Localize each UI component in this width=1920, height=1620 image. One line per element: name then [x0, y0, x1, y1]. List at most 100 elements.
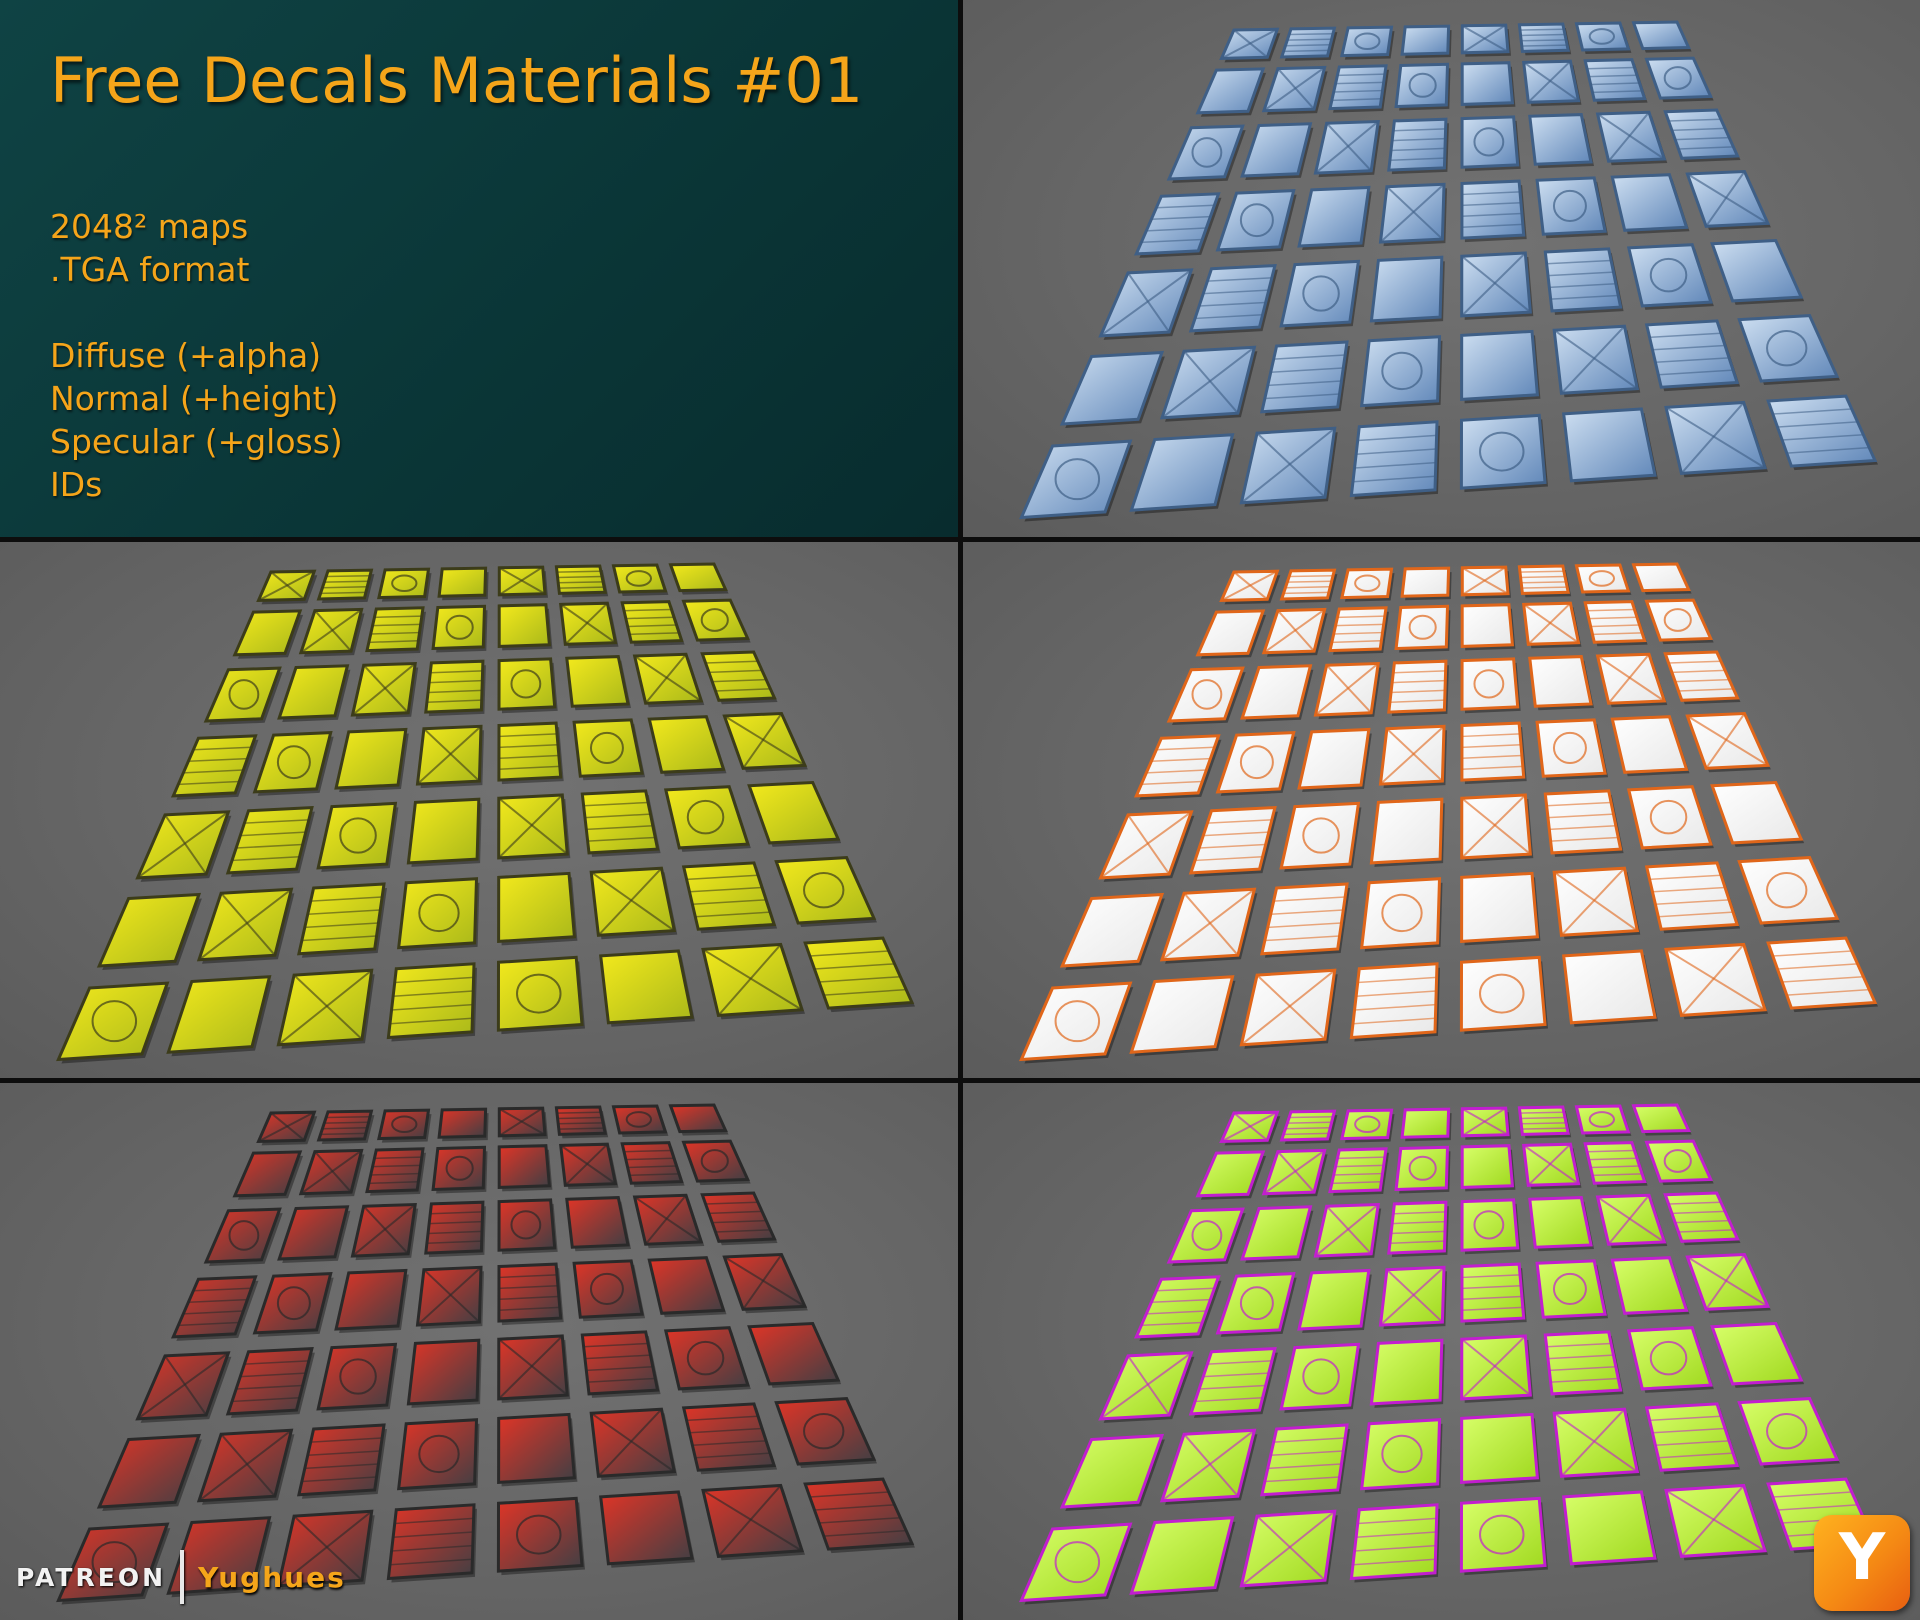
decal-tile	[297, 882, 386, 956]
decal-tile	[1260, 1423, 1349, 1497]
spec-specular: Specular (+gloss)	[50, 422, 343, 461]
decal-tile	[1610, 715, 1689, 774]
decal-tile	[1562, 949, 1657, 1025]
decal-tile	[377, 1108, 431, 1141]
decal-stripe	[1283, 1132, 1329, 1136]
decal-stripe	[1520, 1116, 1565, 1120]
decal-tile	[1528, 655, 1593, 708]
decal-tile	[1279, 568, 1337, 601]
decal-tile	[1737, 1397, 1840, 1466]
decal-tile	[316, 568, 374, 601]
decal-tile	[1019, 1522, 1133, 1603]
decal-tile	[1663, 1191, 1740, 1243]
decal-tile	[56, 981, 170, 1062]
decal-grid-blue-metal	[1019, 20, 1878, 522]
decal-tile	[424, 1200, 485, 1255]
decal-tile	[774, 856, 877, 925]
decal-tile	[1328, 64, 1388, 111]
decal-tile	[316, 1109, 374, 1142]
decal-tile	[225, 1346, 314, 1416]
decal-tile	[1710, 780, 1804, 845]
author-name: Yughues	[198, 1560, 346, 1594]
decal-tile	[1631, 562, 1691, 593]
decal-tile	[497, 1198, 557, 1252]
decal-tile	[620, 1141, 684, 1185]
decal-stripe	[558, 1127, 605, 1130]
brand-divider	[180, 1550, 184, 1604]
decal-tile	[1528, 1196, 1593, 1249]
decal-tile	[1535, 1259, 1607, 1319]
decal-tile	[1279, 1342, 1361, 1411]
decal-tile	[203, 1207, 282, 1264]
decal-tile	[377, 567, 431, 600]
decal-tile	[316, 1342, 398, 1411]
decal-stripe	[1520, 570, 1564, 573]
decal-tile	[1460, 115, 1520, 169]
decal-tile	[1059, 892, 1165, 968]
decal-tile	[647, 1256, 726, 1315]
decal-tile	[1460, 1198, 1520, 1252]
decal-tile	[774, 1397, 877, 1466]
decal-tile	[1340, 567, 1394, 600]
decal-tile	[277, 664, 350, 720]
decal-tile	[803, 936, 915, 1010]
decal-stripe	[326, 1115, 371, 1119]
patreon-branding: PATREON Yughues	[16, 1550, 346, 1604]
decal-tile	[1279, 1109, 1337, 1142]
decal-tile	[1517, 22, 1571, 53]
decal-tile	[700, 650, 777, 702]
decal-tile	[1460, 1262, 1526, 1323]
decal-tile	[497, 871, 577, 943]
decal-tile	[1215, 1272, 1296, 1335]
decal-stripe	[1287, 580, 1332, 583]
spec-normal: Normal (+height)	[50, 379, 339, 418]
decal-tile	[1340, 25, 1394, 58]
decal-grid-red-dark	[56, 1103, 915, 1605]
decal-stripe	[1285, 44, 1331, 47]
decal-tile	[386, 1503, 476, 1581]
decal-tile	[1610, 1256, 1689, 1315]
decal-tile	[1631, 20, 1691, 51]
decal-tile	[437, 566, 488, 598]
decal-stripe	[1285, 1127, 1331, 1130]
decal-tile	[1360, 1418, 1442, 1491]
decal-stripe	[1283, 49, 1329, 53]
decal-tile	[96, 892, 202, 968]
decal-tile	[1133, 192, 1221, 256]
decal-stripe	[558, 581, 604, 584]
decal-tile	[565, 655, 630, 708]
decal-tile	[406, 1338, 481, 1406]
decal-tile	[334, 727, 408, 790]
decal-tile	[1215, 731, 1296, 794]
decal-tile	[1562, 1490, 1657, 1566]
decal-tile	[1574, 1104, 1631, 1135]
decal-tile	[668, 562, 728, 593]
decal-tile	[496, 1496, 584, 1573]
decal-tile	[1260, 340, 1349, 414]
decal-tile	[1583, 600, 1647, 644]
decal-stripe	[558, 1122, 604, 1125]
decal-tile	[386, 962, 476, 1040]
decal-tile	[1297, 185, 1371, 248]
decal-tile	[747, 780, 841, 845]
decal-stripe	[1520, 1111, 1564, 1114]
decal-tile	[397, 877, 479, 950]
decal-tile	[1583, 1141, 1647, 1185]
decal-stripe	[1520, 28, 1564, 31]
decal-tile	[365, 1147, 425, 1194]
decal-tile	[580, 789, 660, 855]
decal-tile	[1260, 882, 1349, 956]
spec-spacer	[50, 291, 343, 334]
decal-tile	[1517, 1105, 1571, 1136]
decal-tile	[1644, 861, 1740, 931]
spec-format: .TGA format	[50, 250, 250, 289]
decal-tile	[572, 718, 644, 778]
decal-stripe	[322, 586, 368, 589]
decal-tile	[1394, 604, 1450, 651]
decal-tile	[572, 1259, 644, 1319]
decal-stripe	[557, 1116, 602, 1120]
decal-tile	[1360, 335, 1442, 408]
decal-tile	[1517, 564, 1571, 595]
decal-tile	[1400, 1107, 1451, 1139]
decal-tile	[1644, 598, 1713, 642]
